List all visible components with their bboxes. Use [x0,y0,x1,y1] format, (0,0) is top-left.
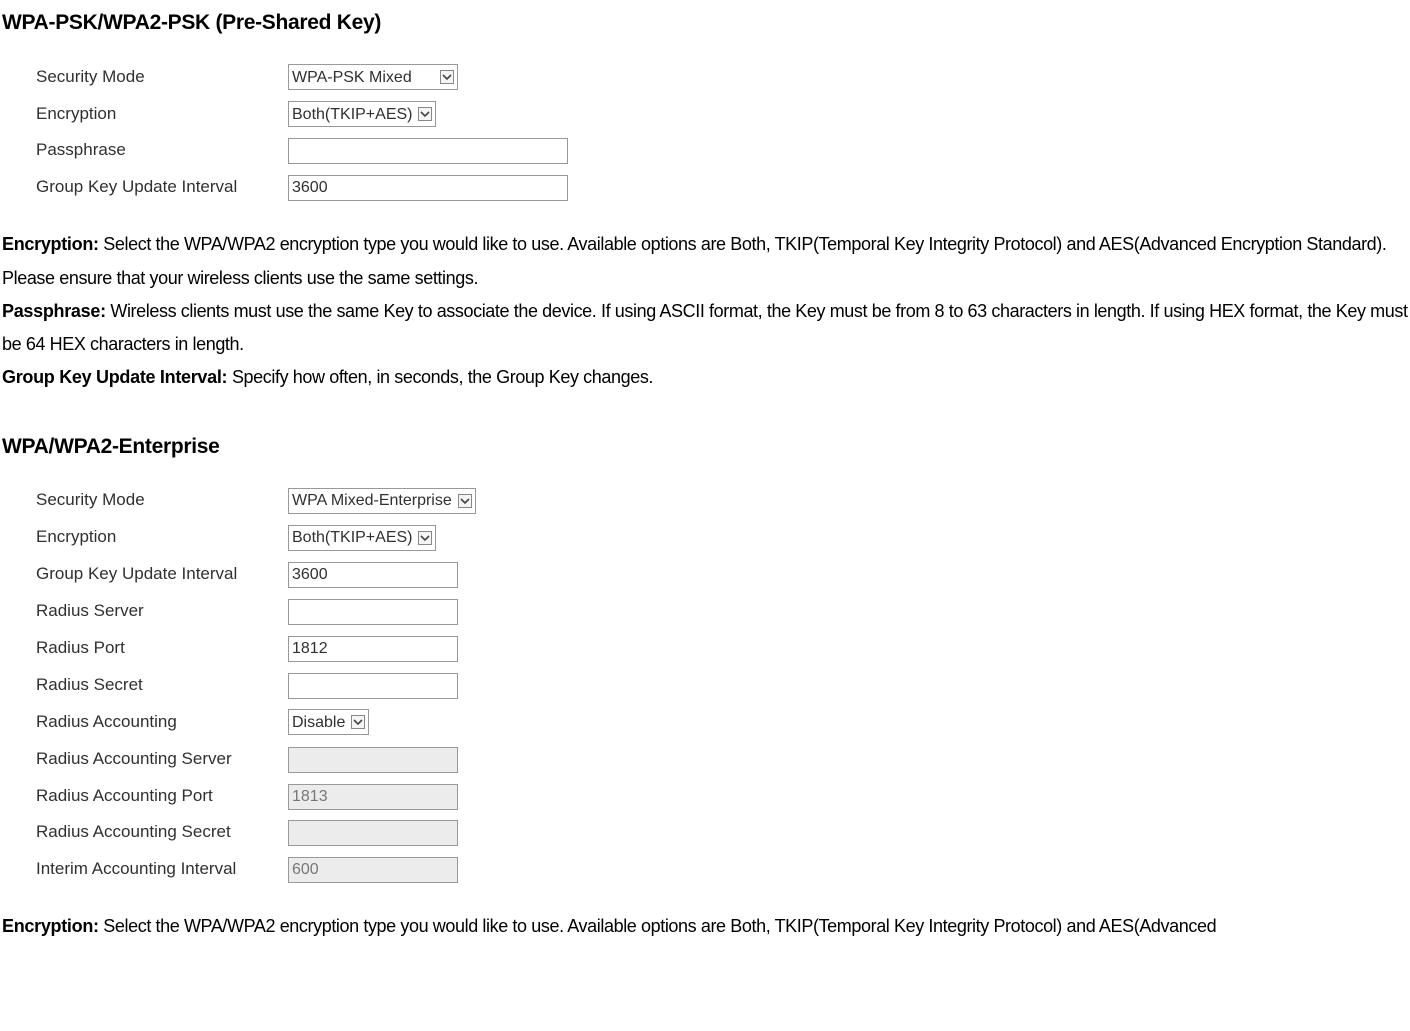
desc-gkui: Group Key Update Interval: Specify how o… [2,361,1410,394]
label-radius-accounting: Radius Accounting [32,704,284,741]
desc-encryption-psk: Encryption: Select the WPA/WPA2 encrypti… [2,228,1410,295]
label-security-mode: Security Mode [32,59,284,96]
row-radius-accounting: Radius Accounting Disable [32,704,484,741]
label-radius-acct-secret: Radius Accounting Secret [32,814,284,851]
label-passphrase: Passphrase [32,132,284,169]
label-radius-port: Radius Port [32,630,284,667]
row-gkui: Group Key Update Interval [32,169,576,206]
input-radius-secret[interactable] [288,673,458,699]
form-wpa-psk: Security Mode WPA-PSK Mixed Encryption B… [32,59,576,207]
row-radius-acct-port: Radius Accounting Port [32,778,484,815]
select-encryption[interactable]: Both(TKIP+AES) [288,101,436,127]
desc-passphrase: Passphrase: Wireless clients must use th… [2,295,1410,362]
row-radius-acct-server: Radius Accounting Server [32,741,484,778]
heading-wpa-psk: WPA-PSK/WPA2-PSK (Pre-Shared Key) [2,5,1410,41]
row-radius-secret: Radius Secret [32,667,484,704]
form-wpa-enterprise: Security Mode WPA Mixed-Enterprise Encry… [32,482,484,888]
label-encryption: Encryption [32,96,284,133]
select-security-mode[interactable]: WPA-PSK Mixed [288,64,458,90]
desc-encryption-ent: Encryption: Select the WPA/WPA2 encrypti… [2,910,1410,943]
select-ent-encryption[interactable]: Both(TKIP+AES) [288,525,436,551]
select-ent-security-mode[interactable]: WPA Mixed-Enterprise [288,488,476,514]
input-gkui[interactable] [288,175,568,201]
row-radius-acct-secret: Radius Accounting Secret [32,814,484,851]
row-encryption: Encryption Both(TKIP+AES) [32,96,576,133]
label-radius-acct-server: Radius Accounting Server [32,741,284,778]
row-radius-port: Radius Port [32,630,484,667]
label-ent-encryption: Encryption [32,519,284,556]
label-radius-acct-port: Radius Accounting Port [32,778,284,815]
input-radius-acct-secret [288,820,458,846]
heading-wpa-enterprise: WPA/WPA2-Enterprise [2,429,1410,465]
label-radius-secret: Radius Secret [32,667,284,704]
input-radius-port[interactable] [288,636,458,662]
input-radius-acct-port [288,784,458,810]
label-radius-server: Radius Server [32,593,284,630]
input-ent-gkui[interactable] [288,562,458,588]
input-radius-acct-server [288,747,458,773]
row-ent-gkui: Group Key Update Interval [32,556,484,593]
row-passphrase: Passphrase [32,132,576,169]
row-security-mode: Security Mode WPA-PSK Mixed [32,59,576,96]
row-radius-server: Radius Server [32,593,484,630]
select-radius-accounting[interactable]: Disable [288,709,369,735]
label-interim-interval: Interim Accounting Interval [32,851,284,888]
input-interim-interval [288,857,458,883]
row-ent-encryption: Encryption Both(TKIP+AES) [32,519,484,556]
label-gkui: Group Key Update Interval [32,169,284,206]
input-radius-server[interactable] [288,599,458,625]
row-interim-interval: Interim Accounting Interval [32,851,484,888]
label-ent-gkui: Group Key Update Interval [32,556,284,593]
row-ent-security-mode: Security Mode WPA Mixed-Enterprise [32,482,484,519]
input-passphrase[interactable] [288,138,568,164]
label-ent-security-mode: Security Mode [32,482,284,519]
